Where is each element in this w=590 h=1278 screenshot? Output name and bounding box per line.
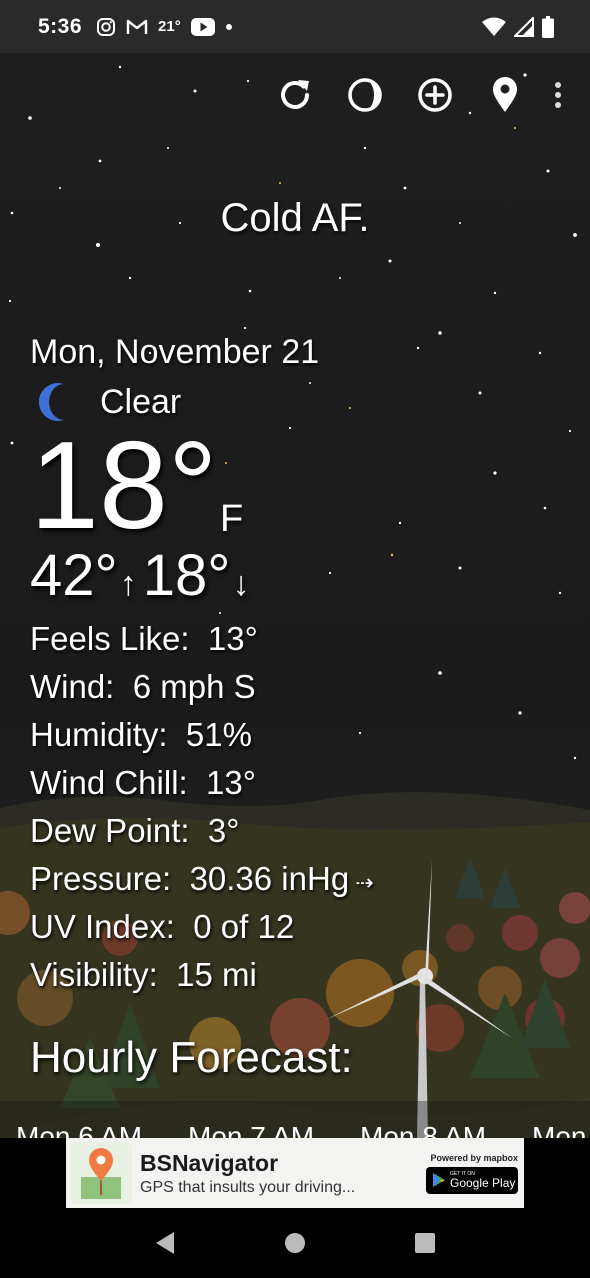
- home-icon: [285, 1233, 305, 1253]
- pressure-trend-icon: ⇢: [355, 870, 374, 895]
- map-pin-logo-icon: [81, 1148, 121, 1199]
- status-temperature: 21°: [158, 18, 181, 35]
- high-temperature: 42°: [30, 543, 118, 608]
- ad-powered-by: Powered by mapbox: [430, 1152, 518, 1163]
- refresh-button[interactable]: [260, 75, 330, 115]
- wifi-icon: [482, 17, 506, 36]
- back-button[interactable]: [145, 1223, 185, 1263]
- overflow-menu-button[interactable]: [540, 75, 576, 115]
- instagram-icon: [97, 17, 116, 36]
- ad-right: Powered by mapbox GET IT ON Google Play: [426, 1153, 518, 1194]
- add-location-icon: [418, 78, 452, 112]
- top-toolbar: [260, 75, 576, 115]
- location-button[interactable]: [470, 75, 540, 115]
- weather-details: Feels Like: 13° Wind: 6 mph S Humidity: …: [30, 615, 374, 999]
- recents-button[interactable]: [405, 1223, 445, 1263]
- cell-signal-icon: [514, 16, 534, 37]
- add-location-button[interactable]: [400, 75, 470, 115]
- system-icons: [482, 15, 554, 38]
- refresh-icon: [281, 80, 309, 109]
- ad-subtitle: GPS that insults your driving...: [140, 1178, 356, 1196]
- hourly-forecast-list[interactable]: Mon 6 AM Mon 7 AM Mon 8 AM Mon: [0, 1101, 590, 1138]
- play-store-icon: [433, 1173, 445, 1187]
- hourly-item[interactable]: Mon: [532, 1121, 590, 1138]
- high-low: 42° ↑ 18° ↓: [30, 543, 255, 617]
- ad-bar: BSNavigator GPS that insults your drivin…: [0, 1138, 590, 1208]
- low-arrow-icon: ↓: [232, 565, 250, 603]
- detail-uv-index: UV Index: 0 of 12: [30, 908, 295, 945]
- battery-icon: [542, 15, 554, 38]
- system-navigation-bar: [0, 1208, 590, 1278]
- detail-wind-chill: Wind Chill: 13°: [30, 764, 256, 801]
- ad-app-logo: [70, 1142, 132, 1204]
- detail-humidity: Humidity: 51%: [30, 716, 252, 753]
- ad-text: BSNavigator GPS that insults your drivin…: [140, 1150, 355, 1197]
- low-temperature: 18°: [142, 543, 231, 608]
- detail-wind: Wind: 6 mph S: [30, 668, 256, 705]
- location-pin-icon: [493, 77, 517, 112]
- detail-visibility: Visibility: 15 mi: [30, 956, 257, 993]
- ad-banner[interactable]: BSNavigator GPS that insults your drivin…: [66, 1138, 524, 1208]
- more-vert-icon: [555, 82, 561, 108]
- current-temperature: 18°: [30, 417, 218, 555]
- moon-phase-button[interactable]: [330, 75, 400, 115]
- current-date: Mon, November 21: [30, 333, 320, 371]
- google-play-badge[interactable]: GET IT ON Google Play: [426, 1166, 518, 1194]
- badge-big-text: Google Play: [450, 1175, 516, 1190]
- hourly-forecast-title: Hourly Forecast:: [30, 1033, 353, 1082]
- weather-phrase: Cold AF.: [220, 196, 370, 240]
- detail-feels-like: Feels Like: 13°: [30, 620, 258, 657]
- high-arrow-icon: ↑: [119, 565, 137, 603]
- hourly-item[interactable]: Mon 7 AM: [188, 1121, 328, 1138]
- youtube-icon: [190, 17, 215, 36]
- hourly-item[interactable]: Mon 8 AM: [360, 1121, 500, 1138]
- detail-dew-point: Dew Point: 3°: [30, 812, 240, 849]
- condition-label: Clear: [100, 382, 182, 421]
- recents-icon: [415, 1233, 435, 1253]
- dot-icon: [225, 23, 232, 30]
- hourly-item[interactable]: Mon 6 AM: [16, 1121, 156, 1138]
- notification-icons: 21°: [96, 17, 233, 37]
- ad-title: BSNavigator: [140, 1149, 279, 1176]
- detail-pressure: Pressure: 30.36 inHg ⇢: [30, 860, 374, 897]
- status-bar: 5:36 21°: [0, 0, 590, 53]
- gmail-icon: [126, 19, 148, 34]
- status-time: 5:36: [38, 14, 83, 38]
- temperature-unit: F: [220, 498, 244, 540]
- back-icon: [156, 1232, 174, 1254]
- weather-background: Cold AF. Mon, November 21 Clear 18° F 42…: [0, 53, 590, 1138]
- home-button[interactable]: [275, 1223, 315, 1263]
- moon-phase-icon: [348, 78, 382, 112]
